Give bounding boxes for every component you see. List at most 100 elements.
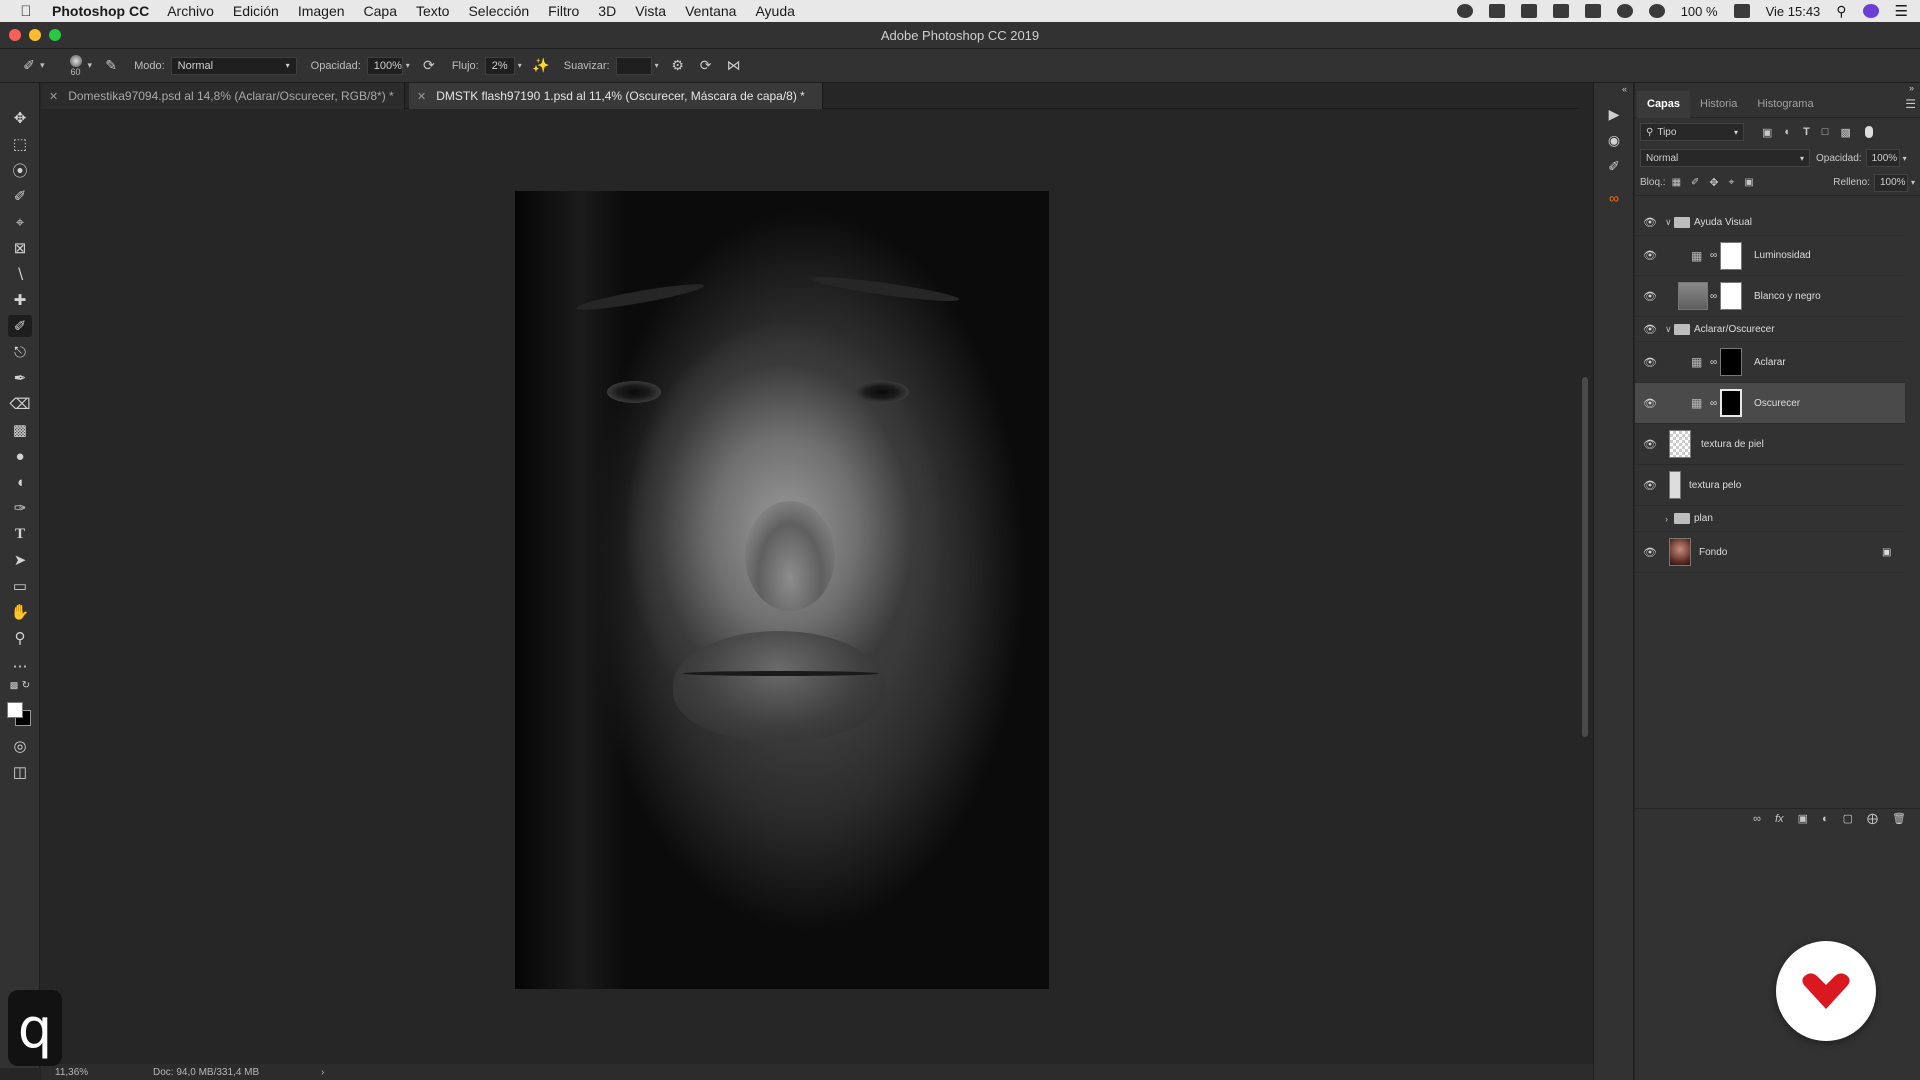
clone-stamp-tool-icon[interactable]: ⎋: [8, 341, 32, 363]
visibility-eye-icon[interactable]: 👁: [1643, 250, 1657, 262]
smoothing-field[interactable]: [615, 56, 652, 75]
layer-opacity-chevron-icon[interactable]: ▾: [1903, 154, 1907, 163]
healing-brush-tool-icon[interactable]: ✚: [8, 289, 32, 311]
lock-all-icon[interactable]: ▣: [1744, 177, 1753, 188]
lasso-tool-icon[interactable]: ⦿: [8, 159, 32, 181]
minimize-window-button[interactable]: [29, 29, 41, 41]
layer-oscurecer[interactable]: 👁 ▦ ∞ Oscurecer: [1635, 383, 1905, 424]
close-tab-icon[interactable]: ✕: [417, 90, 426, 103]
new-layer-icon[interactable]: ⨁: [1867, 812, 1878, 825]
layer-filter-select[interactable]: ⚲ Tipo ▾: [1640, 123, 1744, 141]
close-window-button[interactable]: [9, 29, 21, 41]
visibility-eye-icon[interactable]: 👁: [1643, 357, 1657, 369]
delete-layer-icon[interactable]: 🗑: [1892, 812, 1906, 825]
frame-tool-icon[interactable]: ⊠: [8, 237, 32, 259]
lock-transparency-icon[interactable]: ▦: [1672, 177, 1681, 188]
type-tool-icon[interactable]: T: [8, 523, 32, 545]
layer-mask-thumbnail[interactable]: [1720, 282, 1742, 310]
visibility-eye-icon[interactable]: 👁: [1643, 547, 1657, 559]
record-icon[interactable]: [1456, 4, 1473, 18]
quick-mask-icon[interactable]: ◎: [8, 735, 32, 757]
pen-tool-icon[interactable]: ✑: [8, 497, 32, 519]
swap-colors-icon[interactable]: ↻: [20, 679, 32, 691]
rectangle-tool-icon[interactable]: ▭: [8, 575, 32, 597]
pressure-size-icon[interactable]: ⟳: [697, 57, 715, 75]
menu-ayuda[interactable]: Ayuda: [755, 3, 794, 19]
mode-select[interactable]: Normal ▾: [170, 56, 297, 75]
group-expanded-chevron-icon[interactable]: ∨: [1665, 324, 1672, 335]
opacity-chevron-icon[interactable]: ▾: [406, 61, 410, 70]
close-tab-icon[interactable]: ✕: [49, 90, 58, 103]
spotlight-search-icon[interactable]: ⚲: [1836, 3, 1846, 20]
quick-selection-tool-icon[interactable]: ✐: [8, 185, 32, 207]
layer-mask-thumbnail[interactable]: [1720, 241, 1742, 270]
flow-field[interactable]: 2%: [484, 56, 515, 75]
filter-adjustment-icon[interactable]: ◐: [1784, 126, 1791, 138]
menu-imagen[interactable]: Imagen: [298, 3, 345, 19]
tab-dmstk-flash97190[interactable]: ✕ DMSTK flash97190 1.psd al 11,4% (Oscur…: [409, 83, 823, 109]
crop-tool-icon[interactable]: ⌖: [8, 211, 32, 233]
brush-settings-icon[interactable]: ✐: [1603, 155, 1625, 177]
marquee-tool-icon[interactable]: ⬚: [8, 133, 32, 155]
tab-domestika97094[interactable]: ✕ Domestika97094.psd al 14,8% (Aclarar/O…: [41, 83, 405, 109]
smoothing-chevron-icon[interactable]: ▾: [655, 61, 659, 70]
new-group-icon[interactable]: ▢: [1843, 812, 1853, 825]
filter-shape-icon[interactable]: □: [1822, 126, 1829, 138]
lock-artboard-icon[interactable]: ⌖: [1729, 177, 1735, 188]
layer-luminosidad[interactable]: 👁 ▦ ∞ Luminosidad: [1635, 236, 1905, 276]
menu-archivo[interactable]: Archivo: [167, 3, 214, 19]
zoom-level[interactable]: 11,36%: [55, 1067, 135, 1078]
blend-mode-select[interactable]: Normal ▾: [1640, 149, 1810, 167]
brush-tool-preset-icon[interactable]: ✐: [20, 57, 38, 75]
tab-historia[interactable]: Historia: [1690, 91, 1747, 118]
battery-icon[interactable]: [1733, 4, 1750, 18]
layer-fondo[interactable]: 👁 Fondo ▣: [1635, 532, 1905, 573]
collapse-strip-icon[interactable]: «: [1622, 84, 1627, 94]
group-expanded-chevron-icon[interactable]: ∨: [1665, 217, 1672, 228]
cloud-icon[interactable]: [1520, 4, 1537, 18]
filter-smart-object-icon[interactable]: ▩: [1840, 126, 1850, 139]
visibility-eye-icon[interactable]: 👁: [1643, 324, 1657, 336]
layer-group-ayuda-visual[interactable]: 👁 ∨ Ayuda Visual: [1635, 209, 1905, 236]
siri-icon[interactable]: [1862, 4, 1879, 18]
app-menu[interactable]: Photoshop CC: [52, 3, 149, 19]
bluetooth-icon[interactable]: [1616, 4, 1633, 18]
path-selection-tool-icon[interactable]: ➤: [8, 549, 32, 571]
filter-type-icon[interactable]: T: [1803, 126, 1810, 138]
menu-ventana[interactable]: Ventana: [685, 3, 736, 19]
hand-tool-icon[interactable]: ✋: [8, 601, 32, 623]
lock-position-icon[interactable]: ✥: [1709, 176, 1718, 189]
notification-center-icon[interactable]: ☰: [1895, 2, 1908, 20]
lock-pixels-icon[interactable]: ✐: [1691, 177, 1699, 188]
actions-play-icon[interactable]: ▶: [1603, 103, 1625, 125]
layer-opacity-field[interactable]: 100%: [1865, 149, 1900, 167]
portrait-photo[interactable]: [515, 191, 1049, 989]
zoom-window-button[interactable]: [49, 29, 61, 41]
menu-filtro[interactable]: Filtro: [548, 3, 579, 19]
menu-capa[interactable]: Capa: [364, 3, 397, 19]
brush-size-preview[interactable]: 60: [67, 54, 85, 77]
link-layers-icon[interactable]: ∞: [1753, 813, 1761, 825]
layer-group-plan[interactable]: › plan: [1635, 506, 1905, 532]
apple-menu-icon[interactable]: : [0, 3, 52, 20]
zoom-tool-icon[interactable]: ⚲: [8, 627, 32, 649]
screen-mode-icon[interactable]: ◫: [8, 761, 32, 783]
eyedropper-tool-icon[interactable]: ∖: [8, 263, 32, 285]
filter-toggle-switch[interactable]: [1864, 126, 1873, 138]
layer-effects-fx-icon[interactable]: fx: [1775, 813, 1784, 825]
mask-link-icon[interactable]: ∞: [1710, 357, 1717, 368]
layer-mask-thumbnail[interactable]: [1720, 389, 1742, 417]
phone-icon[interactable]: [1552, 4, 1569, 18]
menu-3d[interactable]: 3D: [598, 3, 616, 19]
history-brush-tool-icon[interactable]: ✒: [8, 367, 32, 389]
fill-chevron-icon[interactable]: ▾: [1911, 178, 1915, 187]
airplay-icon[interactable]: [1584, 4, 1601, 18]
menu-vista[interactable]: Vista: [635, 3, 666, 19]
airbrush-icon[interactable]: ✨: [532, 57, 550, 75]
visibility-off-toggle[interactable]: [1643, 514, 1657, 524]
visibility-eye-icon[interactable]: 👁: [1643, 217, 1657, 229]
status-menu-arrow-icon[interactable]: ›: [321, 1067, 324, 1078]
add-mask-icon[interactable]: ▣: [1798, 812, 1808, 825]
new-adjustment-icon[interactable]: ◐: [1822, 813, 1829, 825]
more-tools-icon[interactable]: ⋯: [8, 655, 32, 677]
